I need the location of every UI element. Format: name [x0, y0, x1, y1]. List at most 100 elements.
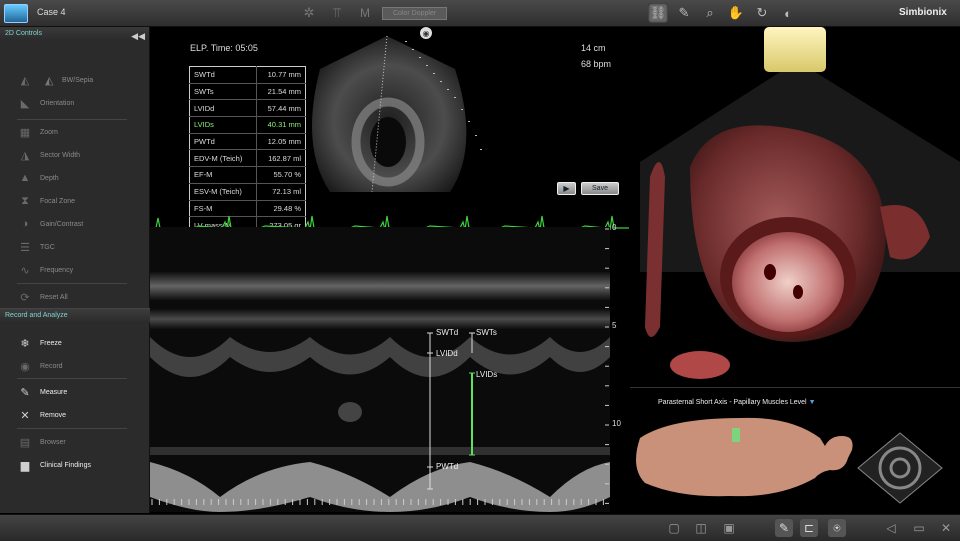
transparency-icon[interactable]: ◐ — [778, 3, 798, 23]
divider — [17, 283, 127, 284]
clinical-findings-button[interactable]: ▆ Clinical Findings — [0, 456, 149, 474]
measurement-label: PWTd — [189, 133, 257, 151]
pwtd-label: PWTd — [436, 462, 459, 471]
top-toolbar: Case 4 ✲ ⫪ M Color Doppler ⛓ ✎ ⌕ ✋ ↻ ◐ S… — [0, 0, 960, 27]
tgc-icon: ☰ — [20, 241, 30, 254]
sidebar-item-focal-zone[interactable]: ⧗ Focal Zone — [0, 192, 149, 210]
browser-button[interactable]: ▤ Browser — [0, 433, 149, 451]
freeze-button[interactable]: ❄ Freeze — [0, 334, 149, 352]
focal-zone-icon: ⧗ — [21, 194, 29, 207]
camera-tool-icon[interactable]: ⊏ — [800, 519, 818, 537]
probe-icon[interactable]: ✎ — [674, 3, 694, 23]
sidebar-item-label: Focal Zone — [40, 197, 76, 205]
sector-width-icon: ◮ — [20, 149, 30, 162]
sidebar-item-reset-all[interactable]: ⟳ Reset All — [0, 288, 149, 306]
section-2d-controls-title: 2D Controls — [5, 30, 42, 37]
measurement-value: 21.54 mm — [256, 83, 306, 101]
bw-sepia-toggle[interactable]: ◭ ◭ BW/Sepia — [0, 71, 149, 89]
divider — [17, 428, 127, 429]
sidebar-item-frequency[interactable]: ∿ Frequency — [0, 261, 149, 279]
sidebar-item-zoom[interactable]: ▦ Zoom — [0, 123, 149, 141]
sidebar-item-label: Record — [40, 362, 63, 370]
anatomy-tool-icon[interactable]: ⍟ — [828, 519, 846, 537]
time-scale — [151, 499, 604, 505]
play-button[interactable]: ▶ — [557, 182, 576, 195]
pw-mode-icon[interactable]: ⫪ — [328, 4, 346, 22]
view-selector[interactable]: Parasternal Short Axis - Papillary Muscl… — [658, 399, 816, 406]
gain-contrast-icon: ◑ — [21, 218, 29, 230]
orientation-panel: Parasternal Short Axis - Papillary Muscl… — [630, 387, 960, 514]
probe-orientation-icon: ◉ — [420, 27, 432, 39]
mode-toolbar: ✲ ⫪ M Color Doppler — [300, 4, 448, 22]
hand-pan-icon[interactable]: ✋ — [726, 3, 746, 23]
caliper-icon: ✎ — [20, 386, 30, 399]
m-mode-button[interactable]: M — [356, 4, 374, 22]
view-toolbar: ⛓ ✎ ⌕ ✋ ↻ ◐ — [648, 3, 798, 23]
ultrasound-view[interactable]: ◉ ELP. Time: 05:05 14 cm 68 bpm SWTd 10.7… — [150, 27, 629, 513]
brand-logo: Simbionix — [899, 7, 947, 18]
layout-single-icon[interactable]: ▢ — [665, 519, 683, 537]
folder-icon[interactable]: ▭ — [910, 519, 928, 537]
layout-dual-icon[interactable]: ◫ — [692, 519, 710, 537]
measure-button[interactable]: ✎ Measure — [0, 383, 149, 401]
heart-3d-model — [640, 27, 960, 379]
measurement-value: 55.70 % — [256, 166, 306, 184]
case-title: Case 4 — [37, 7, 66, 17]
browser-icon: ▤ — [19, 436, 31, 449]
divider — [17, 119, 127, 120]
depth-icon: ▲ — [19, 172, 31, 184]
m-mode-strip: SWTd LVIDd PWTd SWTs LVIDs — [150, 227, 610, 512]
sidebar-item-label: Freeze — [40, 339, 62, 347]
record-button[interactable]: ◉ Record — [0, 357, 149, 375]
color-doppler-button[interactable]: Color Doppler — [382, 6, 448, 20]
chevron-down-icon: ▼ — [808, 399, 816, 406]
sidebar-item-label: Browser — [40, 438, 66, 446]
sidebar-item-orientation[interactable]: ◣ Orientation — [0, 94, 149, 112]
measurement-label: LVIDd — [189, 99, 257, 118]
rotate-icon[interactable]: ↻ — [752, 3, 772, 23]
sidebar-item-label: Zoom — [40, 128, 58, 136]
record-icon: ◉ — [20, 360, 30, 373]
sidebar-item-depth[interactable]: ▲ Depth — [0, 169, 149, 187]
bottom-toolbar: ▢ ◫ ▣ ✎ ⊏ ⍟ ◁ ▭ ✕ — [0, 514, 960, 541]
link-icon[interactable]: ⛓ — [648, 3, 668, 23]
sound-icon[interactable]: ◁ — [882, 519, 900, 537]
sidebar-item-tgc[interactable]: ☰ TGC — [0, 238, 149, 256]
measurement-label: SWTd — [189, 66, 257, 84]
scale-label-5: 5 — [612, 321, 617, 330]
section-record-analyze: Record and Analyze — [0, 308, 154, 323]
measurement-label: EDV-M (Teich) — [189, 149, 257, 168]
probe-tool-icon[interactable]: ✎ — [775, 519, 793, 537]
sidebar-item-sector-width[interactable]: ◮ Sector Width — [0, 146, 149, 164]
measurement-row: SWTs 21.54 mm — [189, 83, 306, 101]
torso-model — [636, 417, 943, 504]
app-logo-icon[interactable] — [4, 4, 28, 23]
close-icon[interactable]: ✕ — [937, 519, 955, 537]
anatomy-3d-panel[interactable]: Parasternal Short Axis - Papillary Muscl… — [630, 27, 960, 514]
swts-label: SWTs — [476, 328, 497, 337]
elapsed-time: ELP. Time: 05:05 — [190, 43, 258, 53]
sidebar-item-label: Orientation — [40, 99, 75, 107]
orientation-icon: ◣ — [20, 97, 30, 110]
save-button[interactable]: Save — [581, 182, 619, 195]
measurement-value: 162.87 ml — [256, 149, 306, 168]
collapse-panel-icon[interactable]: ◀◀ — [131, 29, 145, 43]
measurement-label: EF-M — [189, 166, 257, 184]
remove-button[interactable]: ✕ Remove — [0, 406, 149, 424]
measurement-label: SWTs — [189, 83, 257, 101]
magnifier-icon[interactable]: ⌕ — [700, 3, 720, 23]
measurement-row: LVIDs 40.31 mm — [189, 116, 306, 134]
heart-rate-readout: 68 bpm — [581, 59, 612, 69]
section-record-analyze-title: Record and Analyze — [5, 312, 68, 319]
swtd-label: SWTd — [436, 328, 459, 337]
sidebar-item-gain-contrast[interactable]: ◑ Gain/Contrast — [0, 215, 149, 233]
lvids-label: LVIDs — [476, 370, 498, 379]
doppler-mode-icon[interactable]: ✲ — [300, 4, 318, 22]
scale-label-10: 10 — [612, 419, 621, 428]
layout-quad-icon[interactable]: ▣ — [720, 519, 738, 537]
sidebar-item-label: Clinical Findings — [40, 461, 91, 469]
divider — [17, 378, 127, 379]
sidebar-item-label: Reset All — [40, 293, 68, 301]
sidebar-item-label: Measure — [40, 388, 68, 396]
measurement-value: 40.31 mm — [256, 116, 306, 134]
